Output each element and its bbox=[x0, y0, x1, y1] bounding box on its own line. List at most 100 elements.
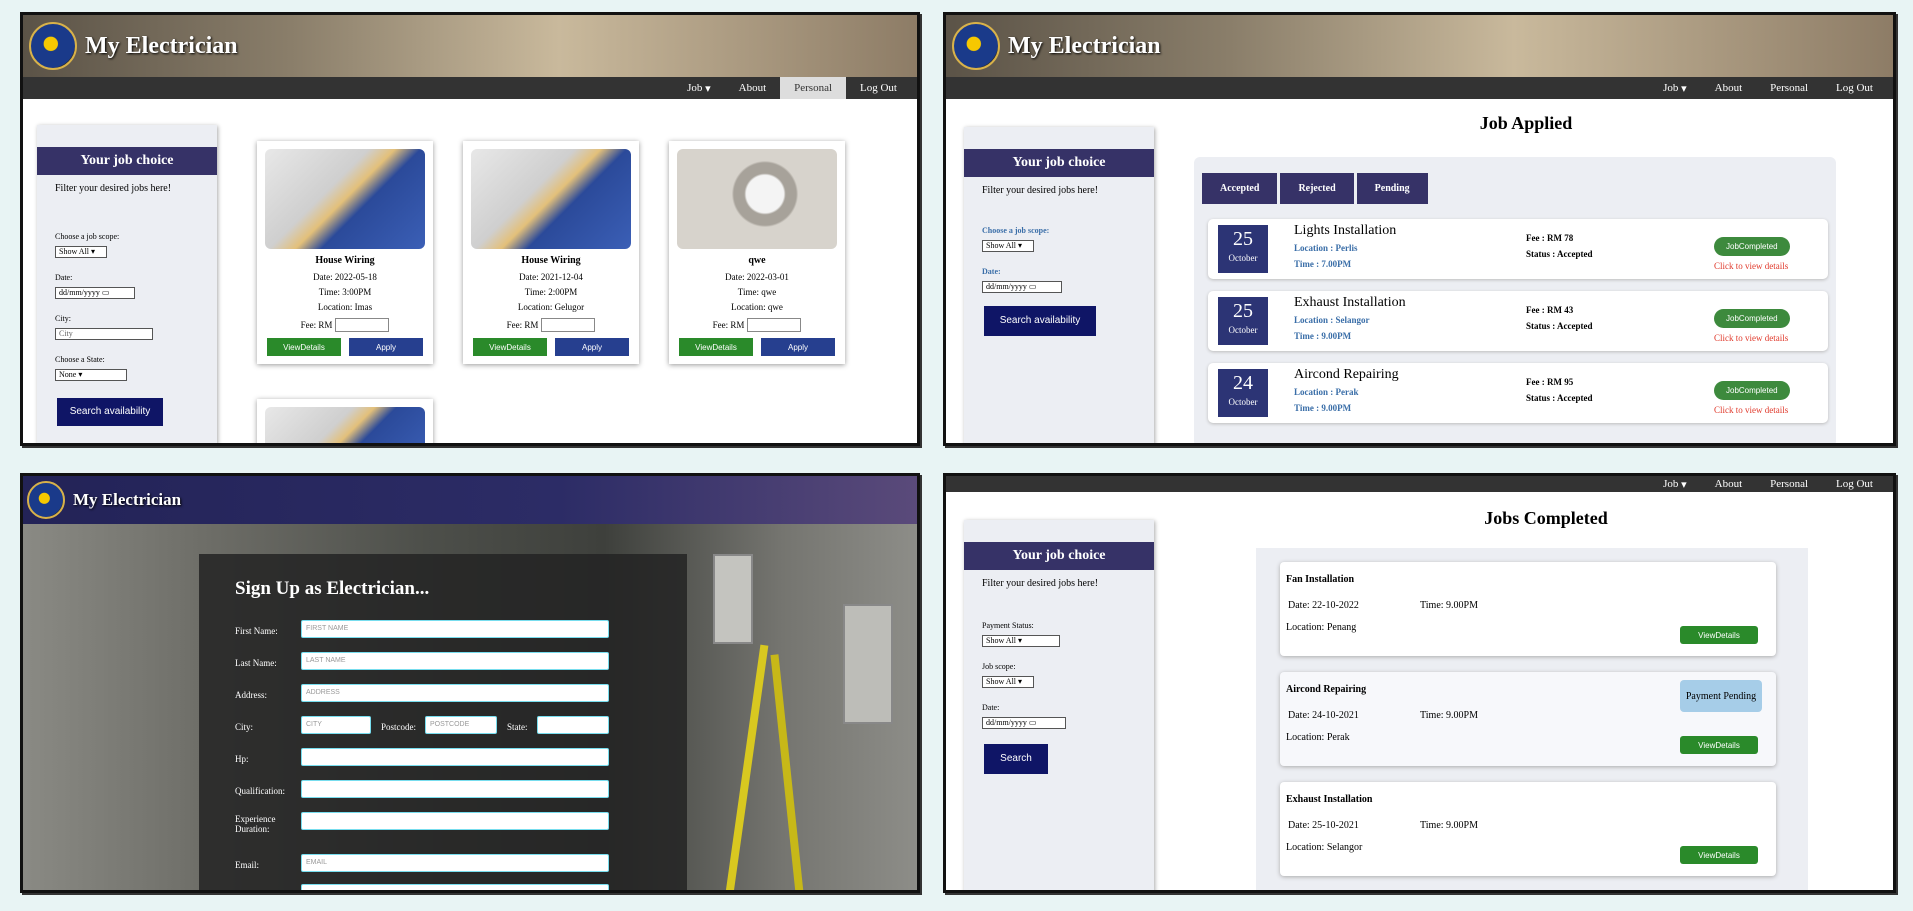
job-completed-button[interactable]: JobCompleted bbox=[1714, 381, 1790, 400]
job-location: Location: Imas bbox=[317, 302, 373, 312]
nav-job-label: Job bbox=[1663, 82, 1679, 94]
nav-job[interactable]: Job ▾ bbox=[673, 77, 725, 99]
job-location: Location: Gelugor bbox=[517, 302, 585, 312]
search-availability-button[interactable]: Search availability bbox=[984, 306, 1096, 336]
nav-logout[interactable]: Log Out bbox=[1822, 77, 1887, 99]
date-input[interactable]: dd/mm/yyyy ▭ bbox=[982, 281, 1062, 293]
view-details-link[interactable]: Click to view details bbox=[1714, 333, 1788, 343]
payment-status-select[interactable]: Show All ▾ bbox=[982, 635, 1060, 647]
nav-about[interactable]: About bbox=[1701, 77, 1757, 99]
job-location: Location : Selangor bbox=[1294, 315, 1370, 325]
address-label: Address: bbox=[235, 690, 267, 700]
view-details-button[interactable]: ViewDetails bbox=[1680, 736, 1758, 754]
job-status: Status : Accepted bbox=[1526, 249, 1593, 259]
fee-input[interactable] bbox=[335, 318, 390, 332]
apply-button[interactable]: Apply bbox=[349, 338, 423, 356]
state-input[interactable] bbox=[537, 716, 609, 734]
job-date: Date: 22-10-2022 bbox=[1288, 600, 1359, 611]
job-scope-select[interactable]: Show All ▾ bbox=[982, 676, 1034, 688]
view-details-button[interactable]: ViewDetails bbox=[679, 338, 753, 356]
nav-about[interactable]: About bbox=[1701, 476, 1757, 492]
tab-pending[interactable]: Pending bbox=[1356, 173, 1428, 204]
nav-job[interactable]: Job ▾ bbox=[1649, 476, 1701, 492]
date-month: October bbox=[1228, 253, 1258, 263]
payment-pending-badge: Payment Pending bbox=[1680, 680, 1762, 712]
postcode-input[interactable]: POSTCODE bbox=[425, 716, 497, 734]
view-details-button[interactable]: ViewDetails bbox=[1680, 626, 1758, 644]
page-title: Jobs Completed bbox=[1484, 508, 1608, 528]
job-name: Aircond Repairing bbox=[1294, 367, 1399, 382]
view-details-button[interactable]: ViewDetails bbox=[1680, 846, 1758, 864]
apply-button[interactable]: Apply bbox=[555, 338, 629, 356]
view-details-button[interactable]: ViewDetails bbox=[473, 338, 547, 356]
status-tabs: Accepted Rejected Pending bbox=[1202, 173, 1428, 204]
tab-rejected[interactable]: Rejected bbox=[1280, 173, 1354, 204]
sidebar-heading: Your job choice bbox=[964, 149, 1154, 177]
date-input[interactable]: dd/mm/yyyy ▭ bbox=[982, 717, 1066, 729]
state-select[interactable]: None ▾ bbox=[55, 369, 127, 381]
scope-select[interactable]: Show All ▾ bbox=[982, 240, 1034, 252]
job-time: Time : 9.00PM bbox=[1294, 403, 1352, 413]
nav-logout[interactable]: Log Out bbox=[1822, 476, 1887, 492]
view-details-link[interactable]: Click to view details bbox=[1714, 405, 1788, 415]
payment-status-label: Payment Status: bbox=[982, 621, 1034, 630]
fee-row: Fee: RM bbox=[669, 318, 845, 332]
job-completed-button[interactable]: JobCompleted bbox=[1714, 309, 1790, 328]
fee-input[interactable] bbox=[541, 318, 596, 332]
experience-input[interactable] bbox=[301, 812, 609, 830]
job-fee: Fee : RM 43 bbox=[1526, 305, 1574, 315]
tab-accepted[interactable]: Accepted bbox=[1202, 173, 1278, 204]
fee-label: Fee: RM bbox=[300, 320, 333, 330]
city-label: City: bbox=[235, 722, 254, 732]
job-time: Time : 9.00PM bbox=[1294, 331, 1352, 341]
city-input[interactable]: City bbox=[55, 328, 153, 340]
signup-header: My Electrician bbox=[23, 476, 917, 524]
nav-personal[interactable]: Personal bbox=[1756, 476, 1822, 492]
job-status: Status : Accepted bbox=[1526, 393, 1593, 403]
sidebar-heading: Your job choice bbox=[964, 542, 1154, 570]
date-placeholder: dd/mm/yyyy bbox=[986, 282, 1027, 291]
panel-job-listing: My Electrician Job ▾ About Personal Log … bbox=[20, 12, 920, 446]
completed-container: Fan Installation Date: 22-10-2022 Time: … bbox=[1256, 548, 1808, 890]
qualification-input[interactable] bbox=[301, 780, 609, 798]
applied-job-row: 25 October Lights Installation Location :… bbox=[1208, 219, 1828, 279]
date-placeholder: dd/mm/yyyy bbox=[59, 288, 100, 297]
job-card: qwe Date: 2022-03-01 Time: qwe Location:… bbox=[669, 141, 845, 364]
nav-bar: Job ▾ About Personal Log Out bbox=[946, 476, 1893, 492]
view-details-link[interactable]: Click to view details bbox=[1714, 261, 1788, 271]
fee-row: Fee: RM bbox=[257, 318, 433, 332]
qualification-label: Qualification: bbox=[235, 786, 285, 796]
job-location: Location: Penang bbox=[1286, 622, 1357, 633]
nav-about[interactable]: About bbox=[725, 77, 781, 99]
job-location: Location : Perlis bbox=[1294, 243, 1358, 253]
wire-decoration bbox=[725, 644, 769, 890]
nav-personal[interactable]: Personal bbox=[1756, 77, 1822, 99]
job-date: Date: 2022-05-18 bbox=[313, 272, 377, 282]
last-name-input[interactable]: LAST NAME bbox=[301, 652, 609, 670]
apply-button[interactable]: Apply bbox=[761, 338, 835, 356]
job-name: Fan Installation bbox=[1286, 574, 1355, 585]
nav-logout[interactable]: Log Out bbox=[846, 77, 911, 99]
search-button[interactable]: Search bbox=[984, 744, 1048, 774]
nav-job[interactable]: Job ▾ bbox=[1649, 77, 1701, 99]
fee-input[interactable] bbox=[747, 318, 802, 332]
city-label: City: bbox=[55, 314, 72, 323]
breaker-decoration bbox=[843, 604, 893, 724]
view-details-button[interactable]: ViewDetails bbox=[267, 338, 341, 356]
date-month: October bbox=[1228, 397, 1258, 407]
scope-select[interactable]: Show All ▾ bbox=[55, 246, 107, 258]
job-title: House Wiring bbox=[315, 255, 375, 266]
first-name-input[interactable]: FIRST NAME bbox=[301, 620, 609, 638]
city-input[interactable]: CITY bbox=[301, 716, 371, 734]
date-input[interactable]: dd/mm/yyyy ▭ bbox=[55, 287, 135, 299]
scope-label: Choose a job scope: bbox=[982, 226, 1050, 235]
address-input[interactable]: ADDRESS bbox=[301, 684, 609, 702]
search-availability-button[interactable]: Search availability bbox=[57, 398, 163, 426]
job-completed-button[interactable]: JobCompleted bbox=[1714, 237, 1790, 256]
hp-input[interactable] bbox=[301, 748, 609, 766]
scope-label: Choose a job scope: bbox=[55, 232, 120, 241]
job-location: Location: Selangor bbox=[1286, 842, 1363, 853]
next-input-partial[interactable] bbox=[301, 884, 609, 890]
email-input[interactable]: EMAIL bbox=[301, 854, 609, 872]
nav-personal[interactable]: Personal bbox=[780, 77, 847, 99]
